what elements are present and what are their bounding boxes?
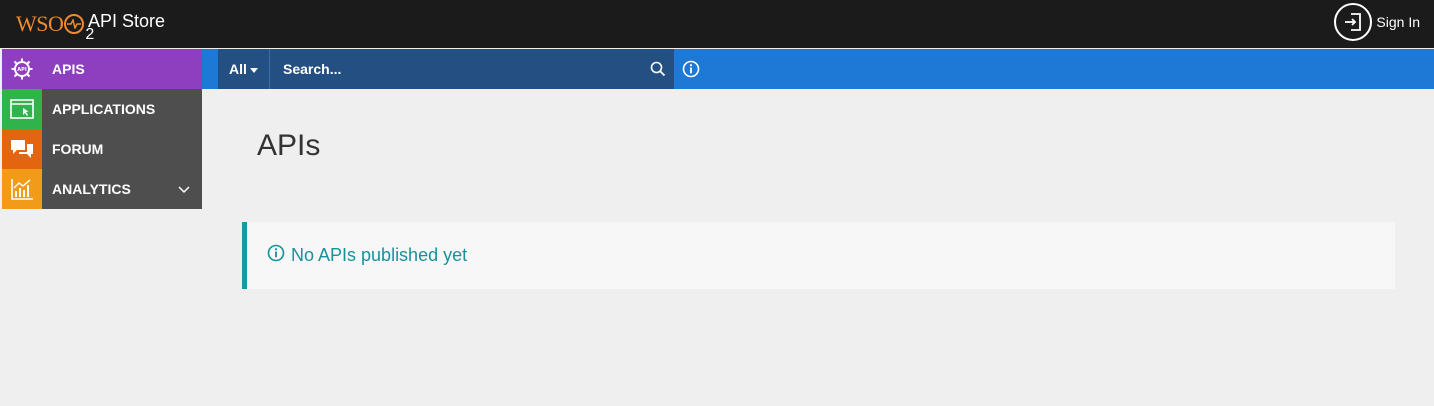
sidebar-item-label: FORUM (52, 141, 104, 157)
sign-in-label: Sign In (1376, 14, 1420, 30)
search-filter-label: All (229, 61, 247, 77)
app-title: API Store (88, 11, 166, 31)
info-icon[interactable] (682, 60, 702, 80)
search-filter-dropdown[interactable]: All (218, 49, 270, 89)
sidebar-item-apis[interactable]: API APIS (2, 49, 202, 89)
applications-window-icon (2, 89, 42, 129)
sidebar-item-applications[interactable]: APPLICATIONS (2, 89, 202, 129)
logo-text: WSO (16, 11, 64, 36)
sidebar-nav: API APIS APPLICATIONS FORUM ANALYTICS (2, 49, 202, 209)
sidebar-item-label: ANALYTICS (52, 181, 131, 197)
search-bar: All (202, 49, 1434, 89)
page-title: APIs (257, 129, 321, 162)
sidebar-item-label: APIS (52, 61, 85, 77)
search-bar-accent (202, 49, 218, 89)
sidebar-item-analytics[interactable]: ANALYTICS (2, 169, 202, 209)
sidebar-item-label: APPLICATIONS (52, 101, 156, 117)
search-icon[interactable] (642, 49, 674, 89)
top-header: WSO 2 API Store Sign In (0, 0, 1434, 48)
sign-in-button[interactable]: Sign In (1334, 3, 1420, 41)
analytics-chart-icon (2, 169, 42, 209)
alert-message: No APIs published yet (291, 245, 468, 265)
svg-text:API: API (17, 67, 27, 73)
search-box: All (218, 49, 674, 89)
sidebar-item-forum[interactable]: FORUM (2, 129, 202, 169)
logo-o-icon (64, 14, 85, 34)
no-apis-alert: No APIs published yet (242, 222, 1395, 289)
chevron-down-icon[interactable] (178, 182, 190, 198)
caret-down-icon (249, 61, 258, 77)
sign-in-icon (1334, 3, 1373, 41)
wso2-logo[interactable]: WSO 2 (16, 7, 94, 43)
info-circle-icon (267, 244, 285, 267)
search-input[interactable] (271, 49, 641, 89)
forum-chat-icon (2, 129, 42, 169)
apis-gear-icon: API (2, 49, 42, 89)
